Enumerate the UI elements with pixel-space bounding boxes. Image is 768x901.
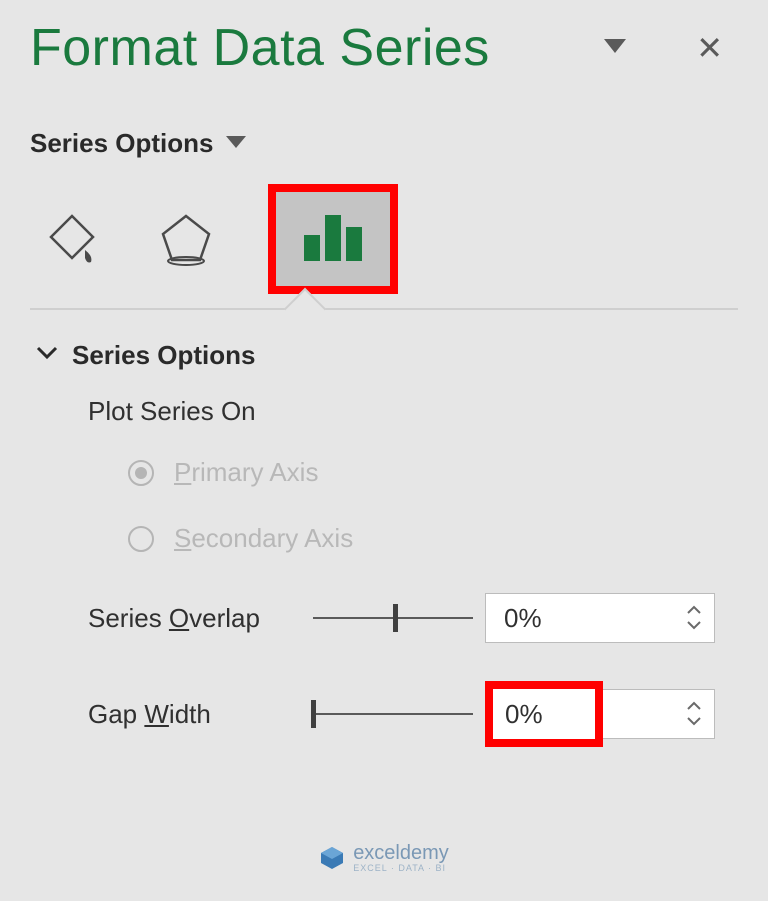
gap-width-slider[interactable] — [313, 713, 473, 715]
expander-label: Series Options — [72, 340, 256, 371]
series-options-body: Plot Series On Primary Axis Secondary Ax… — [30, 396, 738, 743]
divider — [30, 308, 738, 310]
gap-width-value-highlight: 0% — [485, 681, 603, 747]
primary-axis-label: Primary Axis — [174, 457, 318, 488]
panel-title: Format Data Series — [30, 18, 490, 78]
watermark: exceldemy EXCEL · DATA · BI — [0, 843, 768, 873]
panel-menu-caret-icon[interactable] — [604, 39, 626, 58]
primary-axis-radio[interactable]: Primary Axis — [128, 457, 738, 488]
title-actions: ✕ — [604, 32, 738, 64]
watermark-text: exceldemy EXCEL · DATA · BI — [353, 843, 449, 873]
series-overlap-label: Series Overlap — [88, 603, 313, 634]
spin-buttons — [674, 594, 714, 642]
category-tabs — [30, 184, 738, 294]
paint-bucket-icon — [45, 212, 99, 266]
spin-up-icon[interactable] — [686, 605, 702, 616]
gap-width-label: Gap Width — [88, 699, 313, 730]
title-row: Format Data Series ✕ — [30, 18, 738, 78]
gap-width-row: Gap Width 0% — [88, 685, 738, 743]
spin-down-icon[interactable] — [686, 716, 702, 727]
series-overlap-row: Series Overlap 0% — [88, 589, 738, 647]
caret-down-icon — [226, 135, 246, 153]
format-data-series-panel: Format Data Series ✕ Series Options — [0, 0, 768, 743]
fill-line-tab[interactable] — [40, 207, 104, 271]
spin-down-icon[interactable] — [686, 620, 702, 631]
exceldemy-logo-icon — [319, 845, 345, 871]
series-overlap-value: 0% — [486, 594, 674, 642]
series-options-tab-highlight — [268, 184, 398, 294]
effects-tab[interactable] — [154, 207, 218, 271]
axis-radio-group: Primary Axis Secondary Axis — [88, 457, 738, 554]
secondary-axis-radio[interactable]: Secondary Axis — [128, 523, 738, 554]
series-overlap-input[interactable]: 0% — [485, 593, 715, 643]
pentagon-effects-icon — [159, 212, 213, 266]
chevron-down-icon — [36, 346, 58, 365]
close-button[interactable]: ✕ — [696, 32, 723, 64]
secondary-axis-label: Secondary Axis — [174, 523, 353, 554]
radio-unchecked-icon — [128, 526, 154, 552]
plot-series-on-heading: Plot Series On — [88, 396, 738, 427]
series-options-label: Series Options — [30, 128, 214, 159]
gap-width-value[interactable]: 0% — [505, 699, 543, 730]
spin-buttons — [674, 690, 714, 738]
radio-checked-icon — [128, 460, 154, 486]
bar-chart-icon — [300, 209, 366, 265]
spin-up-icon[interactable] — [686, 701, 702, 712]
series-options-expander[interactable]: Series Options — [30, 340, 738, 371]
series-options-dropdown[interactable]: Series Options — [30, 128, 738, 159]
series-overlap-slider[interactable] — [313, 617, 473, 619]
series-options-tab[interactable] — [300, 209, 366, 270]
gap-width-spin[interactable] — [603, 689, 715, 739]
